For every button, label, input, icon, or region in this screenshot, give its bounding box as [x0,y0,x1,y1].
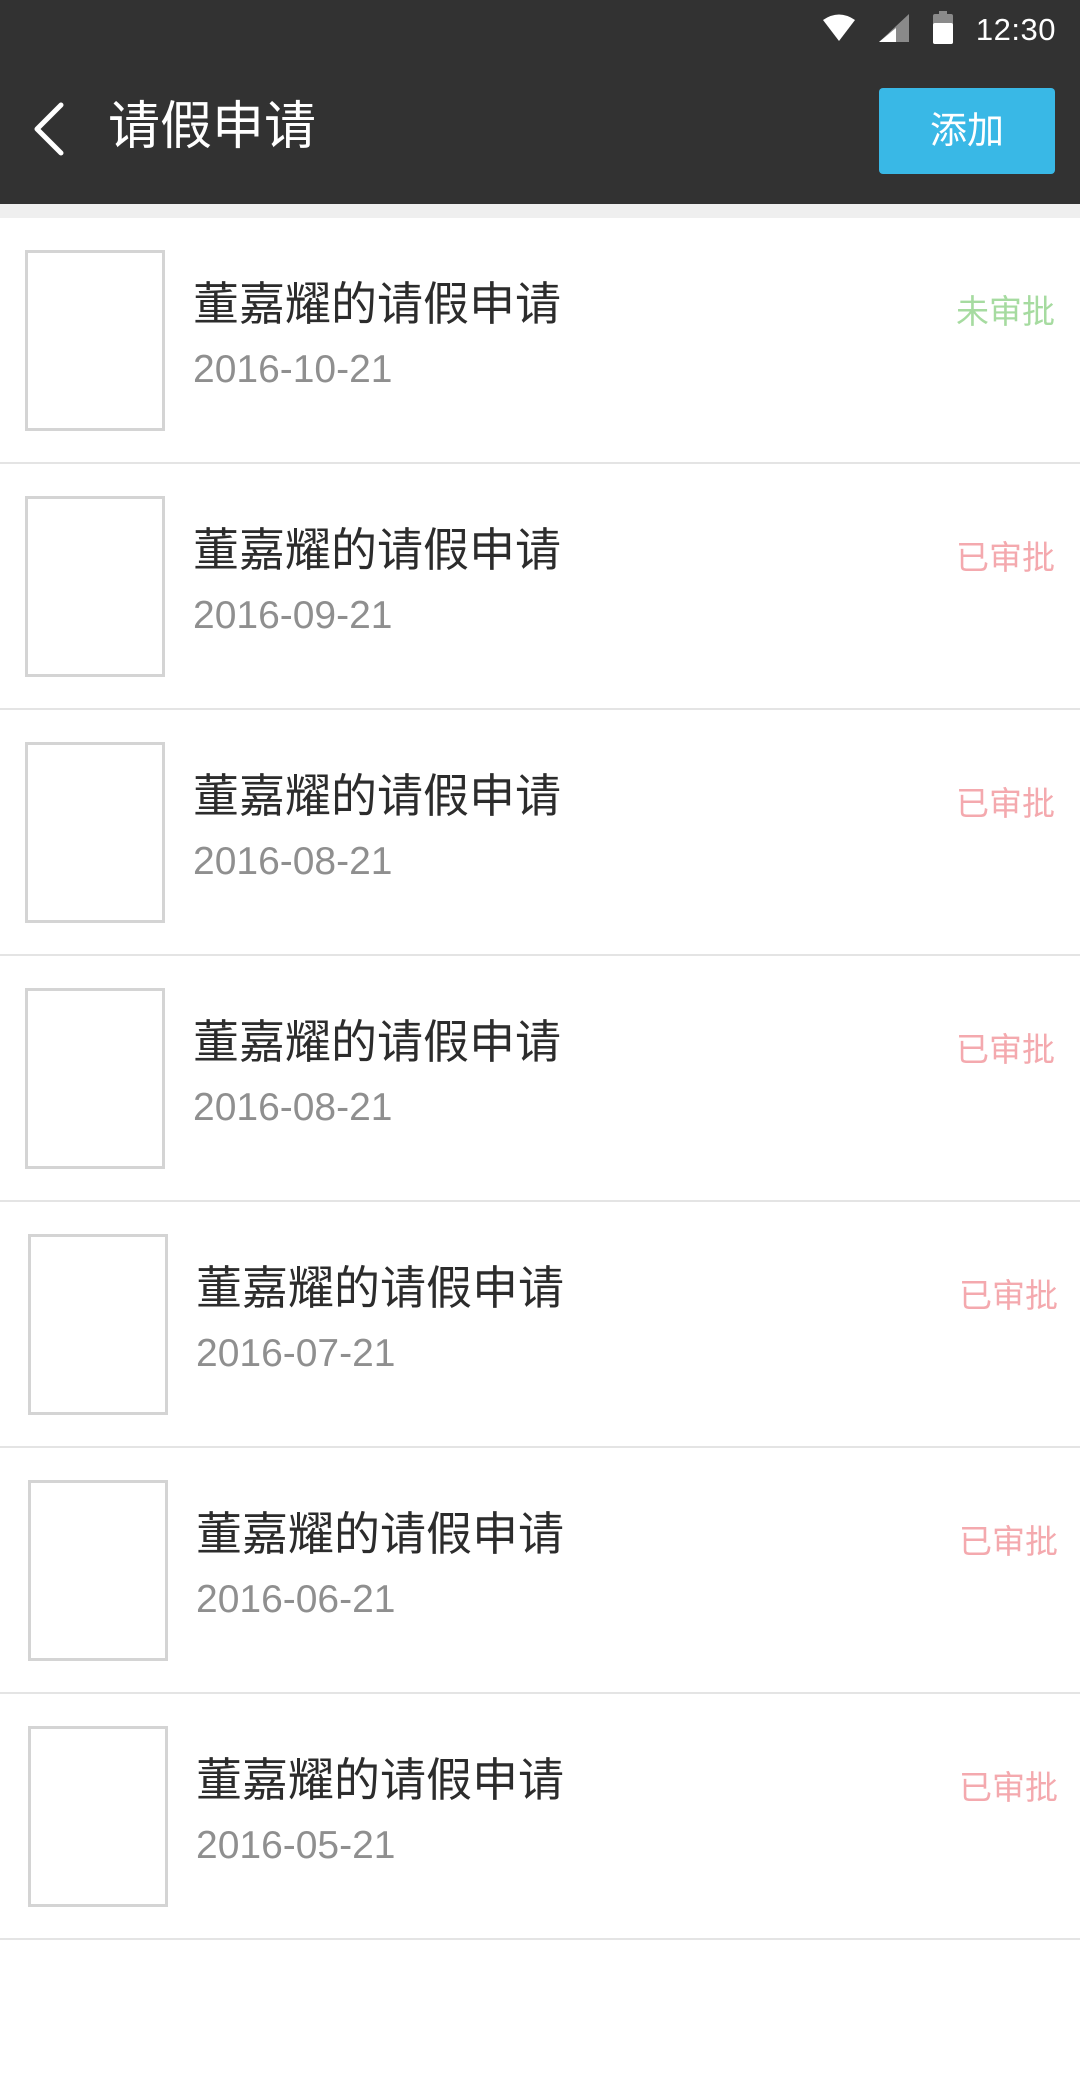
status-label: 已审批 [956,1030,1055,1069]
request-date: 2016-06-21 [196,1578,396,1621]
status-label: 已审批 [959,1276,1058,1315]
request-title: 董嘉耀的请假申请 [193,769,561,823]
request-title: 董嘉耀的请假申请 [193,277,561,331]
list-item[interactable]: 董嘉耀的请假申请 2016-10-21 未审批 [0,218,1080,464]
list-item[interactable]: 董嘉耀的请假申请 2016-08-21 已审批 [0,956,1080,1202]
list-item[interactable]: 董嘉耀的请假申请 2016-05-21 已审批 [0,1694,1080,1940]
toolbar: 请假申请 添加 [0,60,1080,204]
add-button[interactable]: 添加 [879,88,1055,174]
request-date: 2016-09-21 [193,594,393,637]
request-title: 董嘉耀的请假申请 [193,1015,561,1069]
request-title: 董嘉耀的请假申请 [196,1261,564,1315]
app-bar: 12:30 请假申请 添加 [0,0,1080,204]
leave-request-list: 董嘉耀的请假申请 2016-10-21 未审批 董嘉耀的请假申请 2016-09… [0,218,1080,1940]
status-label: 已审批 [956,784,1055,823]
thumbnail-placeholder [28,1234,168,1415]
status-bar: 12:30 [0,0,1080,60]
thumbnail-placeholder [28,1726,168,1907]
thumbnail-placeholder [25,742,165,923]
status-label: 已审批 [959,1522,1058,1561]
thumbnail-placeholder [25,250,165,431]
back-button[interactable] [14,96,84,166]
request-date: 2016-08-21 [193,1086,393,1129]
thumbnail-placeholder [28,1480,168,1661]
thumbnail-placeholder [25,496,165,677]
chevron-left-icon [29,101,69,161]
list-item[interactable]: 董嘉耀的请假申请 2016-06-21 已审批 [0,1448,1080,1694]
list-item[interactable]: 董嘉耀的请假申请 2016-09-21 已审批 [0,464,1080,710]
request-date: 2016-05-21 [196,1824,396,1867]
request-title: 董嘉耀的请假申请 [193,523,561,577]
wifi-icon [822,14,856,46]
battery-icon [932,11,954,49]
request-date: 2016-10-21 [193,348,393,391]
header-divider [0,204,1080,218]
request-date: 2016-08-21 [193,840,393,883]
request-date: 2016-07-21 [196,1332,396,1375]
list-item[interactable]: 董嘉耀的请假申请 2016-07-21 已审批 [0,1202,1080,1448]
thumbnail-placeholder [25,988,165,1169]
request-title: 董嘉耀的请假申请 [196,1507,564,1561]
page-title: 请假申请 [108,97,317,157]
list-item[interactable]: 董嘉耀的请假申请 2016-08-21 已审批 [0,710,1080,956]
status-clock: 12:30 [975,12,1056,47]
cellular-signal-icon [878,13,910,47]
status-icons: 12:30 [822,8,1056,52]
request-title: 董嘉耀的请假申请 [196,1753,564,1807]
status-label: 未审批 [956,292,1055,331]
status-label: 已审批 [959,1768,1058,1807]
status-label: 已审批 [956,538,1055,577]
